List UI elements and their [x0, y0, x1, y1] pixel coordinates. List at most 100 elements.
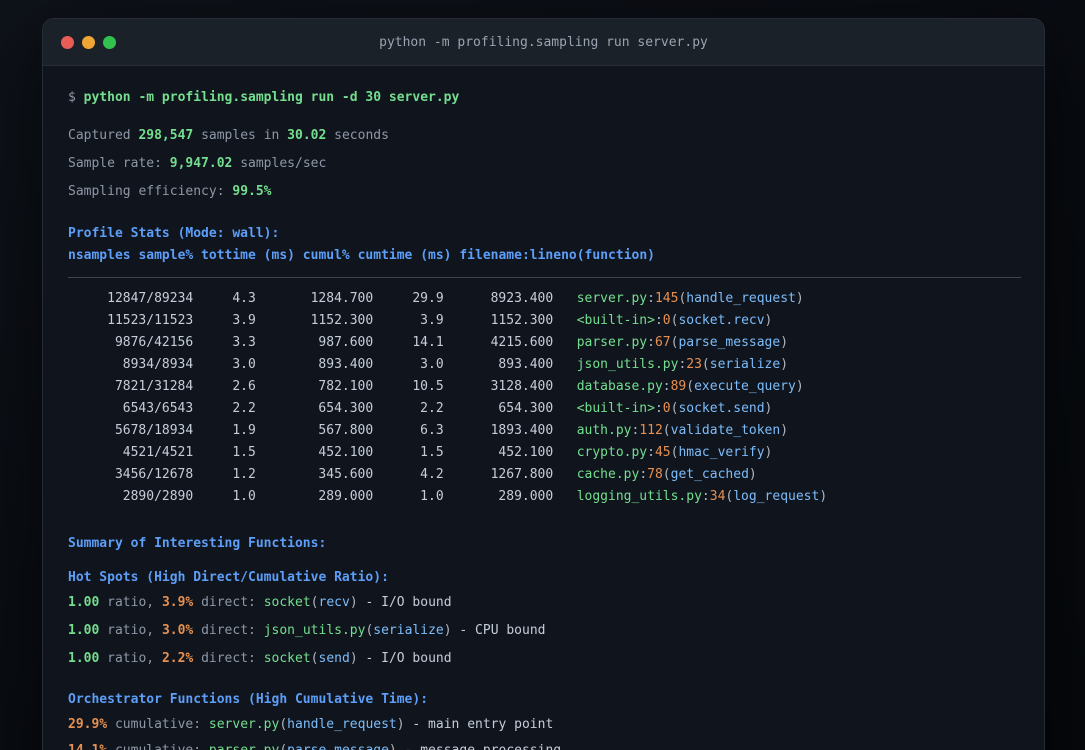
efficiency-value: 99.5% — [232, 184, 272, 199]
direct-label: direct: — [193, 623, 264, 638]
open-paren: ( — [279, 743, 287, 750]
col-location: database.py:89(execute_query) — [577, 379, 804, 394]
col-sample-pct: 1.2 — [232, 467, 256, 482]
target-name: socket — [263, 595, 311, 610]
prompt-symbol: $ — [68, 90, 84, 105]
col-sample-pct: 2.2 — [232, 401, 256, 416]
col-nsamples: 8934/8934 — [122, 357, 194, 372]
bound-note: - CPU bound — [451, 623, 546, 638]
maximize-button[interactable] — [103, 35, 116, 49]
direct-pct: 2.2% — [161, 651, 194, 666]
bound-note: - I/O bound — [357, 595, 452, 610]
hot-spot-item: 1.00 ratio, 3.0% direct: json_utils.py(s… — [68, 620, 1044, 642]
table-row: 8934/8934 3.0 893.400 3.0 893.400 json_utils.… — [68, 354, 1044, 376]
col-tottime: 893.400 — [318, 357, 374, 372]
col-sample-pct: 3.9 — [232, 313, 256, 328]
col-tottime: 987.600 — [318, 335, 374, 350]
ratio-label: ratio, — [99, 595, 162, 610]
captured-line: Captured 298,547 samples in 30.02 second… — [68, 125, 1044, 147]
table-row: 4521/4521 1.5 452.100 1.5 452.100 crypto.py:4… — [68, 442, 1044, 464]
close-paren: ) — [764, 401, 773, 416]
colon: : — [647, 335, 655, 350]
orchestrator-item: 29.9% cumulative: server.py(handle_reque… — [68, 714, 1044, 736]
ratio-label: ratio, — [99, 651, 162, 666]
col-sample-pct: 1.5 — [232, 445, 256, 460]
file-name: cache.py — [576, 467, 640, 482]
function-name: handle_request — [686, 291, 796, 306]
col-cumtime: 1893.400 — [490, 423, 554, 438]
col-cumul-pct: 1.5 — [420, 445, 444, 460]
orchestrator-item: 14.1% cumulative: parser.py(parse_messag… — [68, 740, 1044, 750]
direct-label: direct: — [193, 595, 264, 610]
colon: : — [654, 313, 663, 328]
file-name: <built-in> — [576, 313, 655, 328]
col-nsamples: 6543/6543 — [122, 401, 194, 416]
colon: : — [639, 467, 648, 482]
duration-value: 30.02 — [287, 128, 327, 143]
sample-rate-label: Sample rate: — [68, 156, 170, 171]
line-number: 67 — [654, 335, 671, 350]
cumulative-label: cumulative: — [107, 743, 209, 750]
orchestrator-heading: Orchestrator Functions (High Cumulative … — [68, 692, 429, 707]
minimize-button[interactable] — [82, 35, 95, 49]
function-name: execute_query — [694, 379, 796, 394]
function-name: hmac_verify — [678, 445, 765, 460]
close-paren: ) — [780, 423, 789, 438]
col-cumul-pct: 2.2 — [420, 401, 444, 416]
close-paren: ) — [443, 623, 452, 638]
table-row: 6543/6543 2.2 654.300 2.2 654.300 <built-in>:… — [68, 398, 1044, 420]
samples-in-label: samples in — [193, 128, 288, 143]
col-cumtime: 452.100 — [498, 445, 554, 460]
file-name: database.py — [576, 379, 663, 394]
titlebar[interactable]: python -m profiling.sampling run server.… — [43, 19, 1044, 66]
col-cumul-pct: 6.3 — [420, 423, 444, 438]
colon: : — [654, 401, 663, 416]
close-paren: ) — [349, 595, 358, 610]
function-name: socket.recv — [678, 313, 765, 328]
col-nsamples: 2890/2890 — [122, 489, 194, 504]
close-paren: ) — [795, 291, 804, 306]
colon: : — [701, 489, 710, 504]
col-cumtime: 8923.400 — [490, 291, 554, 306]
col-sample-pct: 1.9 — [232, 423, 256, 438]
ratio-label: ratio, — [99, 623, 162, 638]
col-sample-pct: 3.3 — [232, 335, 256, 350]
close-paren: ) — [764, 445, 773, 460]
line-number: 45 — [654, 445, 671, 460]
function-name: get_cached — [670, 467, 749, 482]
table-separator — [68, 277, 1021, 278]
cumulative-pct: 14.1% — [68, 743, 107, 750]
col-cumtime: 4215.600 — [490, 335, 554, 350]
close-paren: ) — [780, 357, 789, 372]
table-row: 5678/18934 1.9 567.800 6.3 1893.400 auth.py:1… — [68, 420, 1044, 442]
col-location: cache.py:78(get_cached) — [577, 467, 757, 482]
line-number: 145 — [654, 291, 679, 306]
col-cumul-pct: 3.0 — [420, 357, 444, 372]
direct-label: direct: — [193, 651, 264, 666]
col-nsamples: 5678/18934 — [114, 423, 194, 438]
col-location: json_utils.py:23(serialize) — [577, 357, 788, 372]
sample-rate-value: 9,947.02 — [169, 156, 233, 171]
col-nsamples: 12847/89234 — [107, 291, 194, 306]
col-nsamples: 11523/11523 — [107, 313, 194, 328]
col-tottime: 1284.700 — [310, 291, 374, 306]
col-location: logging_utils.py:34(log_request) — [577, 489, 827, 504]
col-sample-pct: 2.6 — [232, 379, 256, 394]
samples-count: 298,547 — [138, 128, 194, 143]
target-name: json_utils.py — [263, 623, 366, 638]
ratio-value: 1.00 — [68, 651, 100, 666]
close-paren: ) — [795, 379, 804, 394]
table-row: 12847/89234 4.3 1284.700 29.9 8923.400 server… — [68, 288, 1044, 310]
col-cumtime: 3128.400 — [490, 379, 554, 394]
col-tottime: 289.000 — [318, 489, 374, 504]
efficiency-line: Sampling efficiency: 99.5% — [68, 181, 1044, 203]
col-tottime: 345.600 — [318, 467, 374, 482]
close-paren: ) — [748, 467, 757, 482]
close-paren: ) — [349, 651, 358, 666]
col-tottime: 654.300 — [318, 401, 374, 416]
efficiency-label: Sampling efficiency: — [68, 184, 233, 199]
line-number: 0 — [662, 401, 671, 416]
command-text: python -m profiling.sampling run -d 30 s… — [83, 90, 460, 105]
close-button[interactable] — [61, 35, 74, 49]
target-name: socket — [263, 651, 311, 666]
